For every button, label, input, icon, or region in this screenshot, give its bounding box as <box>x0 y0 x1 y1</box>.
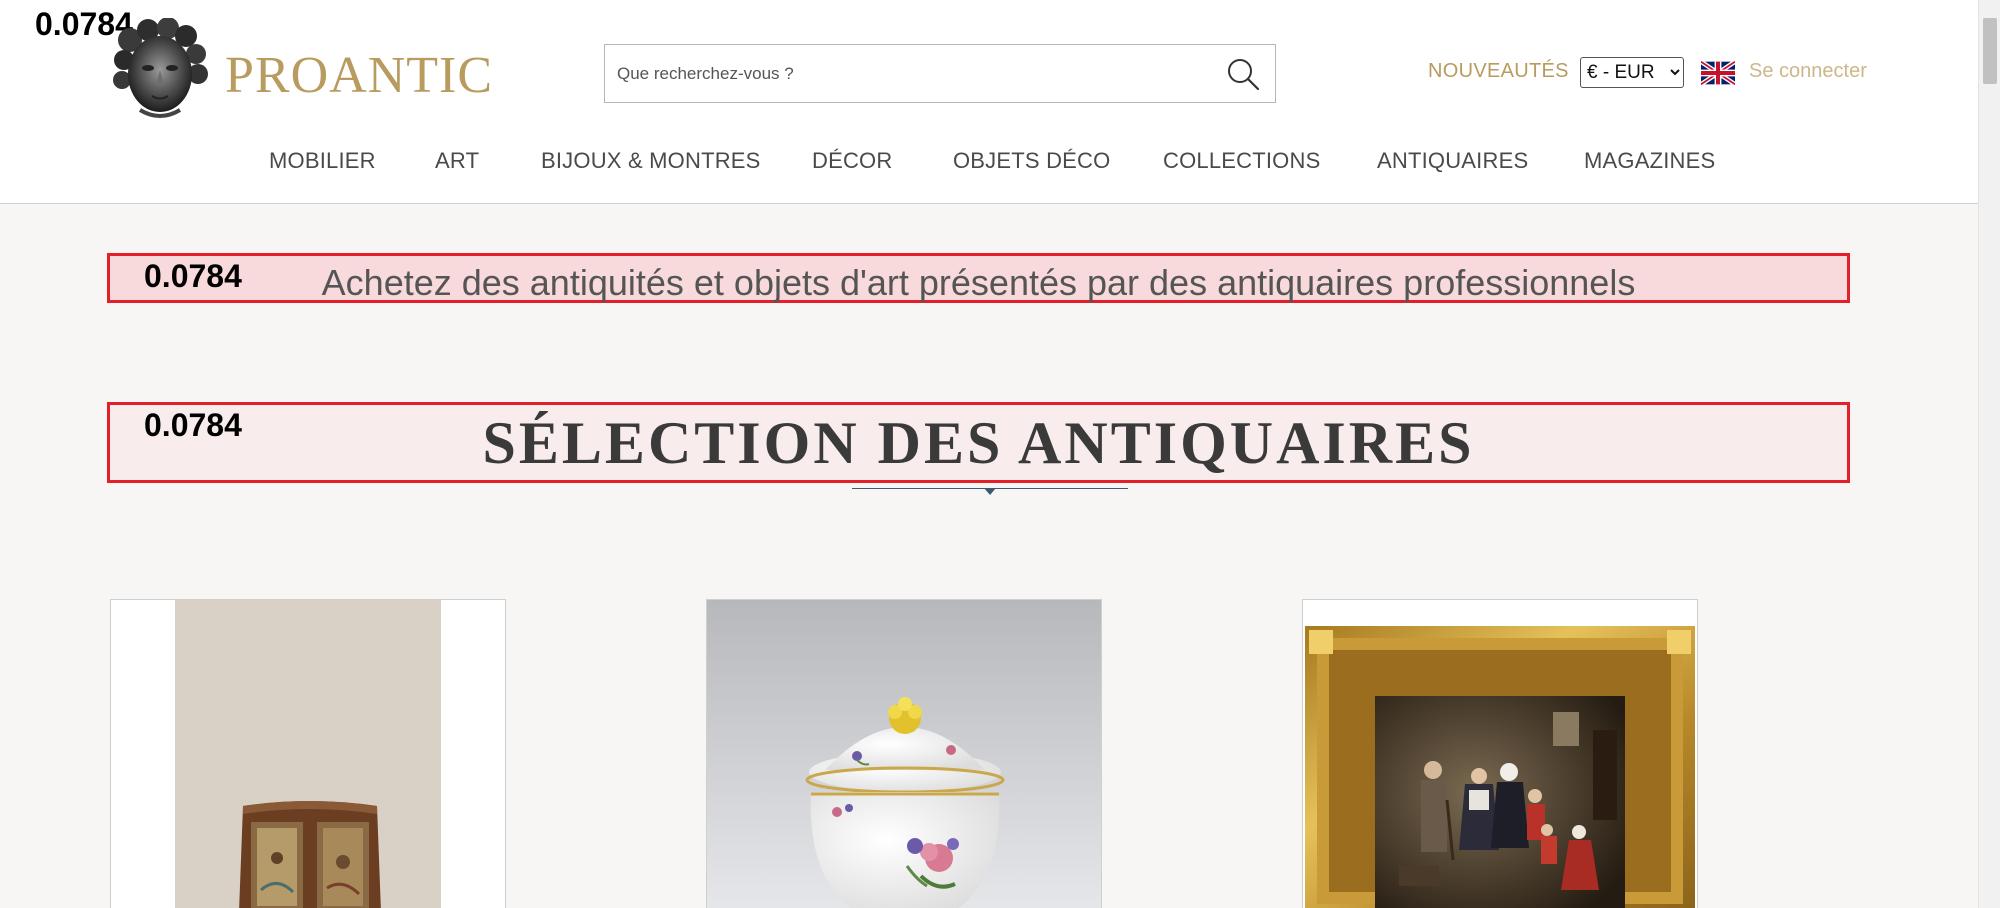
section-title: SÉLECTION DES ANTIQUAIRES <box>482 410 1475 476</box>
search-icon[interactable] <box>1225 56 1261 92</box>
nav-item-objets-deco[interactable]: OBJETS DÉCO <box>953 148 1110 174</box>
currency-select[interactable]: € - EUR <box>1580 57 1684 88</box>
product-image-framed-painting[interactable] <box>1303 600 1698 908</box>
search-box <box>604 44 1276 103</box>
nav-item-mobilier[interactable]: MOBILIER <box>269 148 376 174</box>
brand-name[interactable]: PROANTIC <box>225 46 493 105</box>
nav-item-art[interactable]: ART <box>435 148 479 174</box>
login-link[interactable]: Se connecter <box>1749 60 1867 83</box>
product-card[interactable] <box>1302 599 1698 908</box>
scrollbar-thumb[interactable] <box>1983 18 1997 84</box>
divider-diamond-icon <box>984 488 996 495</box>
nav-item-magazines[interactable]: MAGAZINES <box>1584 148 1715 174</box>
search-input[interactable] <box>617 45 1197 102</box>
news-link[interactable]: NOUVEAUTÉS <box>1428 60 1569 83</box>
nav-item-antiquaires[interactable]: ANTIQUAIRES <box>1377 148 1528 174</box>
product-card[interactable] <box>110 599 506 908</box>
nav-item-bijoux-montres[interactable]: BIJOUX & MONTRES <box>541 148 761 174</box>
tagline-text: Achetez des antiquités et objets d'art p… <box>321 262 1636 303</box>
product-card[interactable] <box>706 599 1102 908</box>
main-nav: MOBILIER ART BIJOUX & MONTRES DÉCOR OBJE… <box>0 148 1978 178</box>
nav-item-decor[interactable]: DÉCOR <box>812 148 892 174</box>
section-title-highlight: 0.0784 SÉLECTION DES ANTIQUAIRES <box>107 402 1850 483</box>
nav-item-collections[interactable]: COLLECTIONS <box>1163 148 1320 174</box>
product-image-cabinet[interactable] <box>111 600 506 908</box>
site-header: 0.0784 PROANTIC NOUVEAUT <box>0 0 1978 204</box>
cherub-head-logo-icon[interactable] <box>110 18 210 122</box>
uk-flag-icon[interactable] <box>1701 61 1735 85</box>
page-scrollbar[interactable] <box>1978 0 2000 908</box>
product-image-porcelain-pot[interactable] <box>707 600 1102 908</box>
tagline-highlight: 0.0784 Achetez des antiquités et objets … <box>107 253 1850 303</box>
